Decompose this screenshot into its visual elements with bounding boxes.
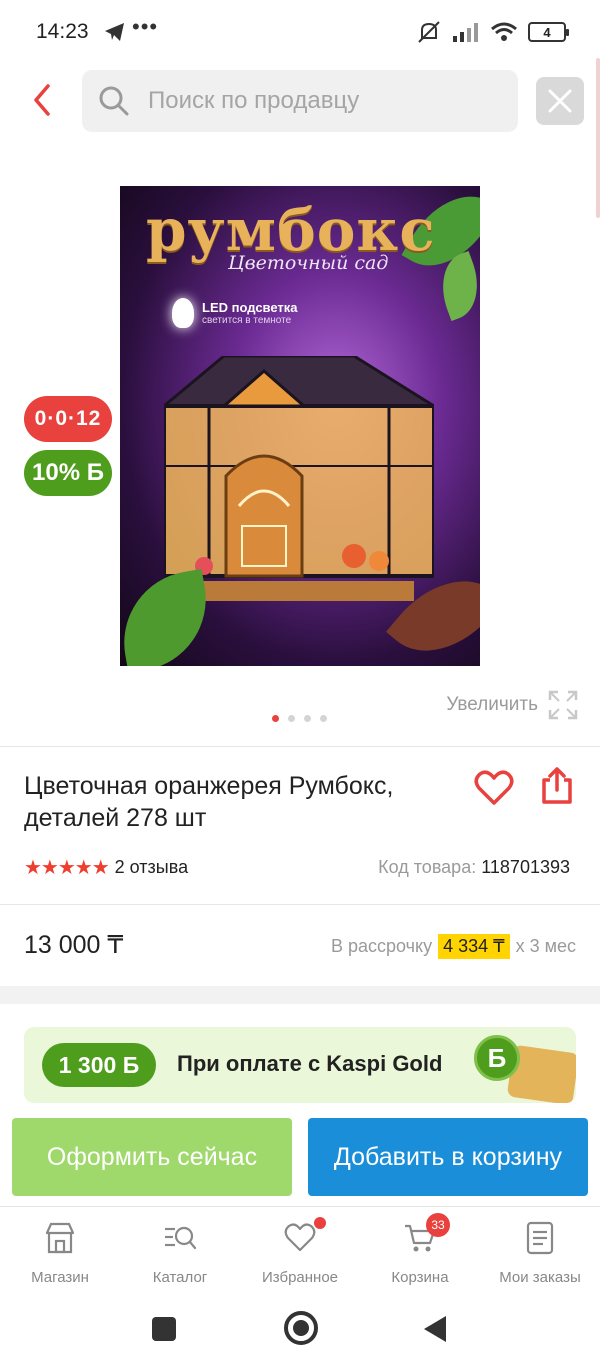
product-image[interactable]: румбокс Цветочный сад LED подсветка свет… (120, 186, 480, 666)
recent-apps-icon[interactable] (152, 1317, 176, 1341)
search-placeholder: Поиск по продавцу (148, 87, 360, 114)
telegram-icon (105, 23, 124, 41)
back-arrow-icon[interactable] (28, 82, 60, 118)
product-title: Цветочная оранжерея Румбокс, деталей 278… (24, 772, 394, 832)
cart-count-badge: 33 (426, 1213, 450, 1237)
bonus-badge: 10% Б (24, 450, 112, 496)
tab-label: Магазин (31, 1269, 89, 1286)
clear-search-button[interactable] (536, 77, 584, 125)
image-pager[interactable] (272, 715, 327, 722)
status-bar: 14:23 ••• 4 (0, 0, 600, 62)
heart-icon (284, 1223, 316, 1252)
greenhouse-illustration (164, 356, 434, 601)
tab-label: Избранное (261, 1269, 339, 1286)
tab-shop[interactable]: Магазин (0, 1207, 120, 1290)
rating-row[interactable]: ★★★★★ 2 отзыва (24, 855, 188, 880)
installment-label: В рассрочку (330, 936, 433, 956)
installment-amount: 4 334 ₸ (438, 934, 510, 959)
led-callout: LED подсветка светится в темноте (172, 298, 298, 328)
product-code: Код товара: 118701393 (378, 857, 570, 878)
more-notifications-icon: ••• (132, 14, 159, 39)
catalog-search-icon (165, 1226, 197, 1250)
led-subtitle: светится в темноте (202, 315, 292, 326)
tab-cart[interactable]: 33 Корзина (360, 1207, 480, 1290)
pager-dot[interactable] (320, 715, 327, 722)
divider (0, 746, 600, 747)
kaspi-bonus-pill: 1 300 Б (42, 1043, 156, 1087)
status-time: 14:23 (36, 20, 89, 43)
kaspi-banner-text: При оплате с Kaspi Gold (177, 1051, 443, 1076)
tab-label: Каталог (152, 1269, 208, 1286)
add-to-cart-button[interactable]: Добавить в корзину (308, 1118, 588, 1196)
pager-dot[interactable] (304, 715, 311, 722)
wifi-icon (491, 22, 517, 41)
reviews-link[interactable]: 2 отзыва (115, 857, 188, 878)
timer-badge: 0·0·12 (24, 396, 112, 442)
image-subtitle: Цветочный сад (228, 252, 389, 274)
tab-catalog[interactable]: Каталог (120, 1207, 240, 1290)
leaf-decoration (120, 568, 218, 666)
zoom-label: Увеличить (446, 694, 538, 715)
system-nav-bar (0, 1290, 600, 1365)
lightbulb-icon (172, 298, 194, 328)
installment-term: х 3 мес (515, 936, 576, 956)
notification-dot (314, 1217, 326, 1229)
kaspi-gold-banner[interactable]: 1 300 Б При оплате с Kaspi Gold Б (24, 1027, 576, 1103)
zoom-button[interactable]: Увеличить (446, 690, 578, 720)
favorite-heart-icon[interactable] (474, 770, 514, 806)
system-back-icon[interactable] (424, 1316, 446, 1342)
seller-search-input[interactable]: Поиск по продавцу (82, 70, 518, 132)
pager-dot[interactable] (288, 715, 295, 722)
tab-label: Мои заказы (499, 1269, 581, 1286)
pager-dot[interactable] (272, 715, 279, 722)
header: Поиск по продавцу (0, 68, 600, 134)
share-icon[interactable] (538, 766, 576, 806)
scroll-indicator (596, 58, 600, 218)
battery-icon: 4 (528, 22, 569, 42)
star-rating-icons: ★★★★★ (24, 857, 110, 879)
home-icon[interactable] (284, 1311, 318, 1345)
tab-favorites[interactable]: Избранное (240, 1207, 360, 1290)
buy-now-button[interactable]: Оформить сейчас (12, 1118, 292, 1196)
close-icon (548, 89, 572, 113)
tab-orders[interactable]: Мои заказы (480, 1207, 600, 1290)
orders-icon (526, 1221, 554, 1255)
installment-info[interactable]: В рассрочку 4 334 ₸ х 3 мес (331, 934, 576, 959)
bonus-coin-icon: Б (474, 1035, 520, 1081)
section-gap (0, 986, 600, 1004)
bottom-tab-bar: Магазин Каталог Избранное 33 Корзина Мои… (0, 1206, 600, 1290)
product-code-label: Код товара: (378, 857, 477, 877)
signal-icon (453, 23, 478, 42)
divider (0, 904, 600, 905)
tab-label: Корзина (391, 1269, 449, 1286)
expand-icon (548, 690, 578, 720)
product-code-value: 118701393 (481, 857, 570, 877)
product-price: 13 000 ₸ (24, 931, 124, 959)
shop-icon (45, 1222, 75, 1254)
battery-level: 4 (543, 24, 551, 40)
search-icon (99, 86, 129, 116)
mute-icon (418, 21, 440, 43)
led-title: LED подсветка (202, 300, 298, 315)
